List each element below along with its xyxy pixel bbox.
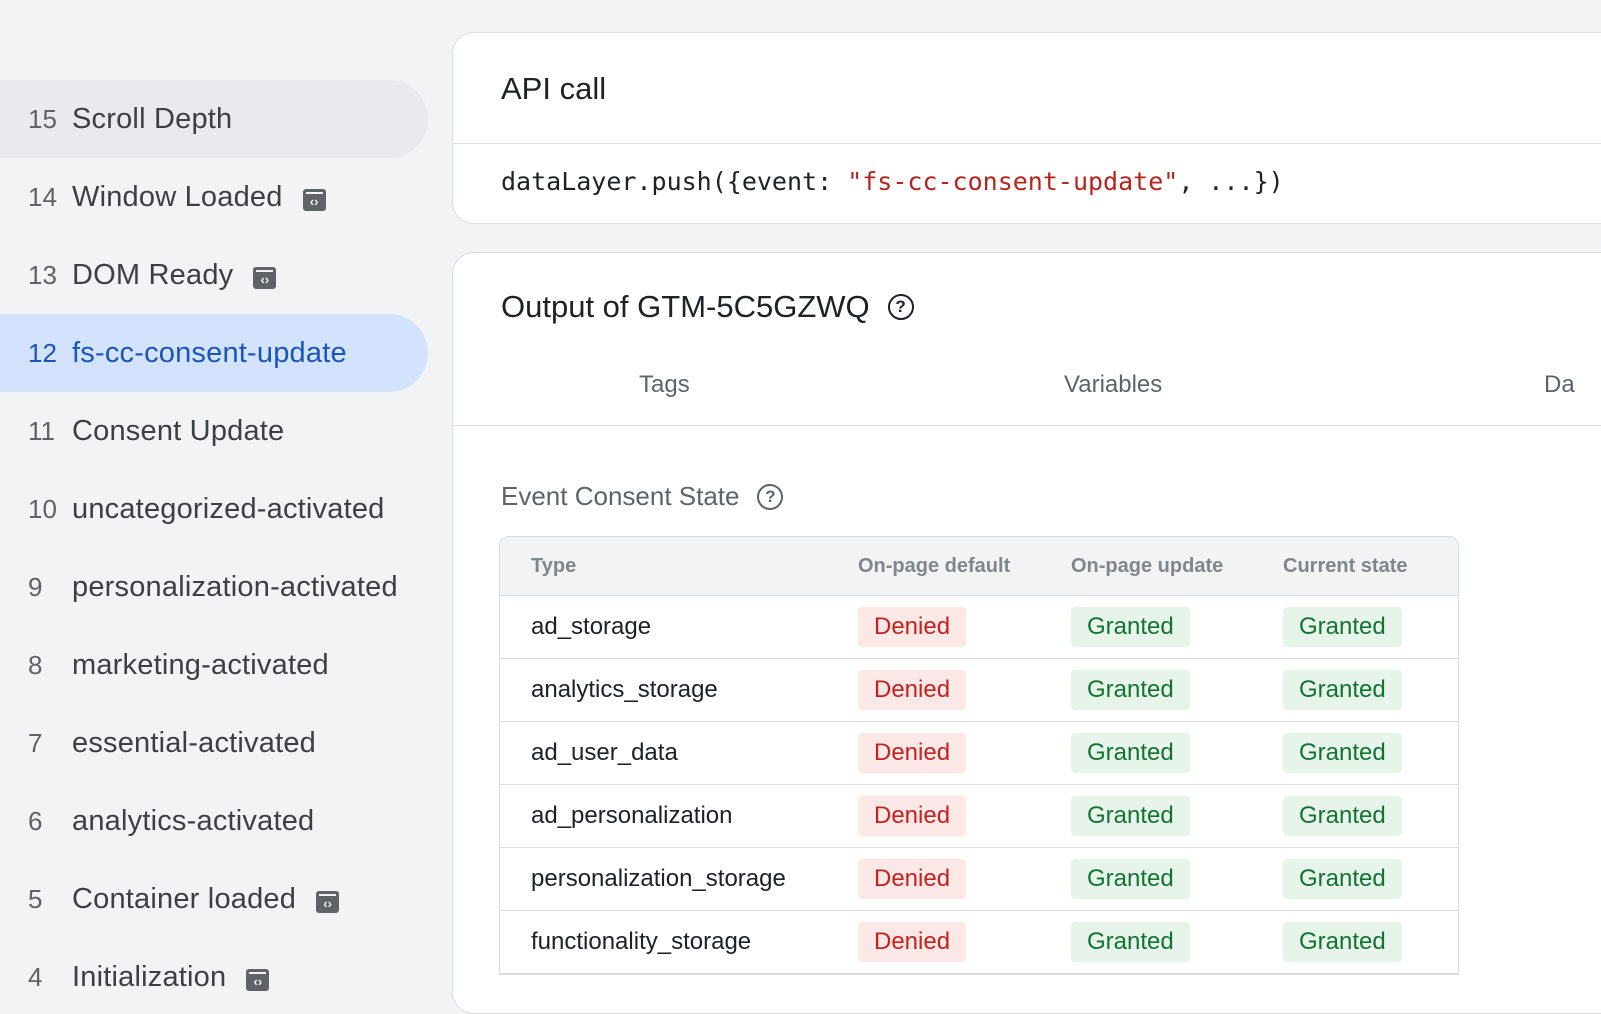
status-badge: Denied: [858, 922, 967, 962]
consent-type: ad_user_data: [531, 739, 678, 766]
status-badge: Granted: [1283, 670, 1402, 710]
code-suffix: , ...}): [1178, 167, 1284, 196]
consent-type: ad_storage: [531, 613, 652, 640]
status-badge: Denied: [858, 859, 967, 899]
status-badge: Denied: [858, 733, 967, 773]
output-tabs: Tags Variables Da: [453, 353, 1601, 426]
status-badge: Granted: [1071, 733, 1190, 773]
event-item-essential-activated[interactable]: 7 essential-activated: [0, 704, 428, 782]
event-number: 6: [28, 805, 43, 836]
code-icon: [246, 969, 270, 991]
event-item-scroll-depth[interactable]: 15 Scroll Depth: [0, 80, 428, 158]
event-number: 10: [28, 493, 57, 524]
event-label: marketing-activated: [72, 648, 329, 681]
consent-type: functionality_storage: [531, 928, 752, 955]
status-badge: Granted: [1071, 796, 1190, 836]
header-on-page-update: On-page update: [1071, 554, 1224, 577]
status-badge: Granted: [1283, 859, 1402, 899]
event-item-container-loaded[interactable]: 5 Container loaded: [0, 860, 428, 938]
status-badge: Denied: [858, 796, 967, 836]
api-call-code: dataLayer.push({event: "fs-cc-consent-up…: [501, 167, 1284, 196]
event-label: fs-cc-consent-update: [72, 336, 347, 369]
status-badge: Granted: [1283, 796, 1402, 836]
section-title-text: Event Consent State: [501, 481, 740, 511]
consent-type: ad_personalization: [531, 802, 733, 829]
event-item-initialization[interactable]: 4 Initialization: [0, 938, 428, 1000]
event-number: 14: [28, 181, 57, 212]
event-number: 7: [28, 727, 43, 758]
consent-table: Type On-page default On-page update Curr…: [499, 536, 1459, 975]
header-current-state: Current state: [1283, 554, 1408, 577]
event-item-analytics-activated[interactable]: 6 analytics-activated: [0, 782, 428, 860]
header-type: Type: [531, 554, 577, 577]
table-row: personalization_storage Denied Granted G…: [500, 848, 1458, 911]
event-number: 12: [28, 337, 57, 368]
event-number: 15: [28, 103, 57, 134]
tab-variables[interactable]: Variables: [1064, 371, 1162, 399]
event-label: uncategorized-activated: [72, 492, 385, 525]
status-badge: Granted: [1071, 607, 1190, 647]
event-label: DOM Ready: [72, 258, 234, 291]
event-number: 4: [28, 961, 43, 992]
event-item-marketing-activated[interactable]: 8 marketing-activated: [0, 626, 428, 704]
help-icon[interactable]: ?: [757, 483, 784, 510]
output-title: Output of GTM-5C5GZWQ ?: [501, 289, 914, 325]
event-number: 11: [28, 415, 55, 446]
event-number: 5: [28, 883, 43, 914]
event-list: 15 Scroll Depth 14 Window Loaded 13 DOM …: [0, 80, 430, 1000]
tab-tags[interactable]: Tags: [639, 371, 690, 399]
event-item-window-loaded[interactable]: 14 Window Loaded: [0, 158, 428, 236]
code-icon: [302, 189, 326, 211]
event-label: Scroll Depth: [72, 102, 233, 135]
consent-type: analytics_storage: [531, 676, 718, 703]
code-icon: [316, 891, 340, 913]
event-item-personalization-activated[interactable]: 9 personalization-activated: [0, 548, 428, 626]
status-badge: Granted: [1283, 733, 1402, 773]
status-badge: Granted: [1283, 922, 1402, 962]
header-on-page-default: On-page default: [858, 554, 1011, 577]
event-label: Window Loaded: [72, 180, 283, 213]
event-item-dom-ready[interactable]: 13 DOM Ready: [0, 236, 428, 314]
event-label: personalization-activated: [72, 570, 398, 603]
event-number: 13: [28, 259, 57, 290]
api-call-card: API call dataLayer.push({event: "fs-cc-c…: [452, 32, 1601, 224]
table-header: Type On-page default On-page update Curr…: [500, 537, 1458, 596]
code-icon: [253, 267, 277, 289]
event-number: 9: [28, 571, 43, 602]
event-label: essential-activated: [72, 726, 316, 759]
status-badge: Denied: [858, 607, 967, 647]
status-badge: Granted: [1071, 670, 1190, 710]
code-event-string: "fs-cc-consent-update": [847, 167, 1179, 196]
event-item-consent-update[interactable]: 11 Consent Update: [0, 392, 428, 470]
event-label: Consent Update: [72, 414, 285, 447]
event-label: analytics-activated: [72, 804, 315, 837]
api-call-title: API call: [501, 71, 607, 106]
status-badge: Denied: [858, 670, 967, 710]
event-label: Container loaded: [72, 882, 297, 915]
event-consent-state-heading: Event Consent State ?: [501, 481, 784, 512]
status-badge: Granted: [1071, 859, 1190, 899]
table-row: ad_user_data Denied Granted Granted: [500, 722, 1458, 785]
table-row: functionality_storage Denied Granted Gra…: [500, 911, 1458, 974]
table-row: ad_storage Denied Granted Granted: [500, 596, 1458, 659]
event-sidebar: 15 Scroll Depth 14 Window Loaded 13 DOM …: [0, 0, 450, 1000]
event-label: Initialization: [72, 960, 227, 993]
status-badge: Granted: [1283, 607, 1402, 647]
code-prefix: dataLayer.push({event:: [501, 167, 848, 196]
event-item-fs-cc-consent-update[interactable]: 12 fs-cc-consent-update: [0, 314, 428, 392]
divider: [453, 143, 1601, 144]
table-row: ad_personalization Denied Granted Grante…: [500, 785, 1458, 848]
status-badge: Granted: [1071, 922, 1190, 962]
consent-type: personalization_storage: [531, 865, 786, 892]
output-title-text: Output of GTM-5C5GZWQ: [501, 289, 870, 324]
help-icon[interactable]: ?: [887, 294, 914, 320]
table-row: analytics_storage Denied Granted Granted: [500, 659, 1458, 722]
event-number: 8: [28, 649, 43, 680]
tab-data-layer[interactable]: Da: [1544, 371, 1575, 399]
event-item-uncategorized-activated[interactable]: 10 uncategorized-activated: [0, 470, 428, 548]
output-card: Output of GTM-5C5GZWQ ? Tags Variables D…: [452, 252, 1601, 1014]
